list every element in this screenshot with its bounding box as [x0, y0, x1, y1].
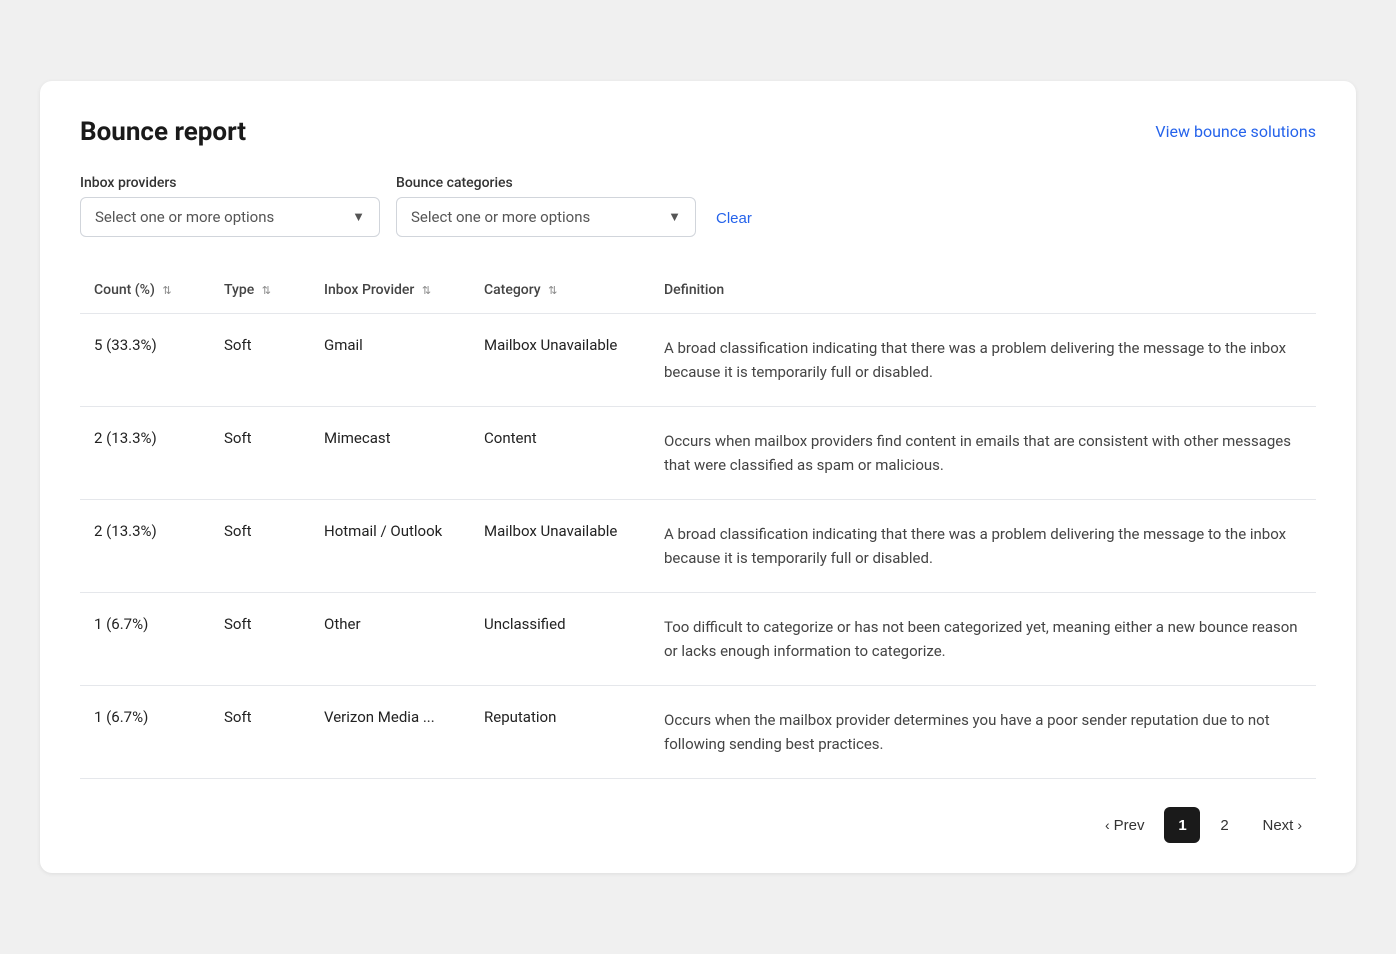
cell-count: 5 (33.3%) [80, 314, 210, 407]
cell-count: 1 (6.7%) [80, 686, 210, 779]
clear-filters-button[interactable]: Clear [712, 200, 756, 237]
page-number-2[interactable]: 2 [1206, 807, 1242, 843]
cell-type: Soft [210, 593, 310, 686]
table-row: 1 (6.7%) Soft Other Unclassified Too dif… [80, 593, 1316, 686]
next-button[interactable]: Next › [1248, 809, 1316, 842]
page-number-1[interactable]: 1 [1164, 807, 1200, 843]
cell-type: Soft [210, 407, 310, 500]
bounce-report-card: Bounce report View bounce solutions Inbo… [40, 81, 1356, 873]
cell-provider: Verizon Media ... [310, 686, 470, 779]
cell-category: Reputation [470, 686, 650, 779]
inbox-providers-placeholder: Select one or more options [95, 208, 274, 226]
sort-icon-type: ⇅ [262, 284, 271, 297]
view-bounce-solutions-link[interactable]: View bounce solutions [1155, 122, 1316, 141]
cell-count: 2 (13.3%) [80, 407, 210, 500]
sort-icon-category: ⇅ [548, 284, 557, 297]
cell-count: 2 (13.3%) [80, 500, 210, 593]
cell-definition: Occurs when the mailbox provider determi… [650, 686, 1316, 779]
sort-icon-count: ⇅ [162, 284, 171, 297]
inbox-providers-label: Inbox providers [80, 175, 380, 191]
bounce-categories-label: Bounce categories [396, 175, 696, 191]
cell-definition: Occurs when mailbox providers find conte… [650, 407, 1316, 500]
cell-category: Mailbox Unavailable [470, 500, 650, 593]
header-row: Bounce report View bounce solutions [80, 117, 1316, 147]
next-arrow-icon: › [1297, 817, 1302, 833]
table-row: 2 (13.3%) Soft Hotmail / Outlook Mailbox… [80, 500, 1316, 593]
cell-definition: Too difficult to categorize or has not b… [650, 593, 1316, 686]
table-row: 2 (13.3%) Soft Mimecast Content Occurs w… [80, 407, 1316, 500]
table-header-row: Count (%) ⇅ Type ⇅ Inbox Provider ⇅ Cate… [80, 269, 1316, 314]
col-header-count[interactable]: Count (%) ⇅ [80, 269, 210, 314]
prev-arrow-icon: ‹ [1105, 817, 1110, 833]
chevron-down-icon-2: ▼ [668, 209, 681, 225]
chevron-down-icon: ▼ [352, 209, 365, 225]
inbox-providers-filter-group: Inbox providers Select one or more optio… [80, 175, 380, 237]
col-header-definition: Definition [650, 269, 1316, 314]
bounce-categories-placeholder: Select one or more options [411, 208, 590, 226]
col-header-provider[interactable]: Inbox Provider ⇅ [310, 269, 470, 314]
col-header-type[interactable]: Type ⇅ [210, 269, 310, 314]
cell-provider: Mimecast [310, 407, 470, 500]
pagination-row: ‹ Prev 1 2 Next › [80, 807, 1316, 843]
cell-category: Unclassified [470, 593, 650, 686]
cell-category: Mailbox Unavailable [470, 314, 650, 407]
cell-category: Content [470, 407, 650, 500]
table-row: 1 (6.7%) Soft Verizon Media ... Reputati… [80, 686, 1316, 779]
prev-button[interactable]: ‹ Prev [1091, 809, 1159, 842]
bounce-categories-select[interactable]: Select one or more options ▼ [396, 197, 696, 237]
cell-provider: Hotmail / Outlook [310, 500, 470, 593]
page-title: Bounce report [80, 117, 246, 147]
bounce-table: Count (%) ⇅ Type ⇅ Inbox Provider ⇅ Cate… [80, 269, 1316, 779]
cell-definition: A broad classification indicating that t… [650, 314, 1316, 407]
prev-label: Prev [1114, 817, 1145, 834]
col-header-category[interactable]: Category ⇅ [470, 269, 650, 314]
next-label: Next [1262, 817, 1293, 834]
cell-count: 1 (6.7%) [80, 593, 210, 686]
filters-row: Inbox providers Select one or more optio… [80, 175, 1316, 237]
inbox-providers-select[interactable]: Select one or more options ▼ [80, 197, 380, 237]
cell-type: Soft [210, 686, 310, 779]
bounce-categories-filter-group: Bounce categories Select one or more opt… [396, 175, 696, 237]
sort-icon-provider: ⇅ [422, 284, 431, 297]
cell-type: Soft [210, 314, 310, 407]
bounce-table-container: Count (%) ⇅ Type ⇅ Inbox Provider ⇅ Cate… [80, 269, 1316, 779]
table-row: 5 (33.3%) Soft Gmail Mailbox Unavailable… [80, 314, 1316, 407]
cell-provider: Other [310, 593, 470, 686]
cell-definition: A broad classification indicating that t… [650, 500, 1316, 593]
cell-provider: Gmail [310, 314, 470, 407]
cell-type: Soft [210, 500, 310, 593]
